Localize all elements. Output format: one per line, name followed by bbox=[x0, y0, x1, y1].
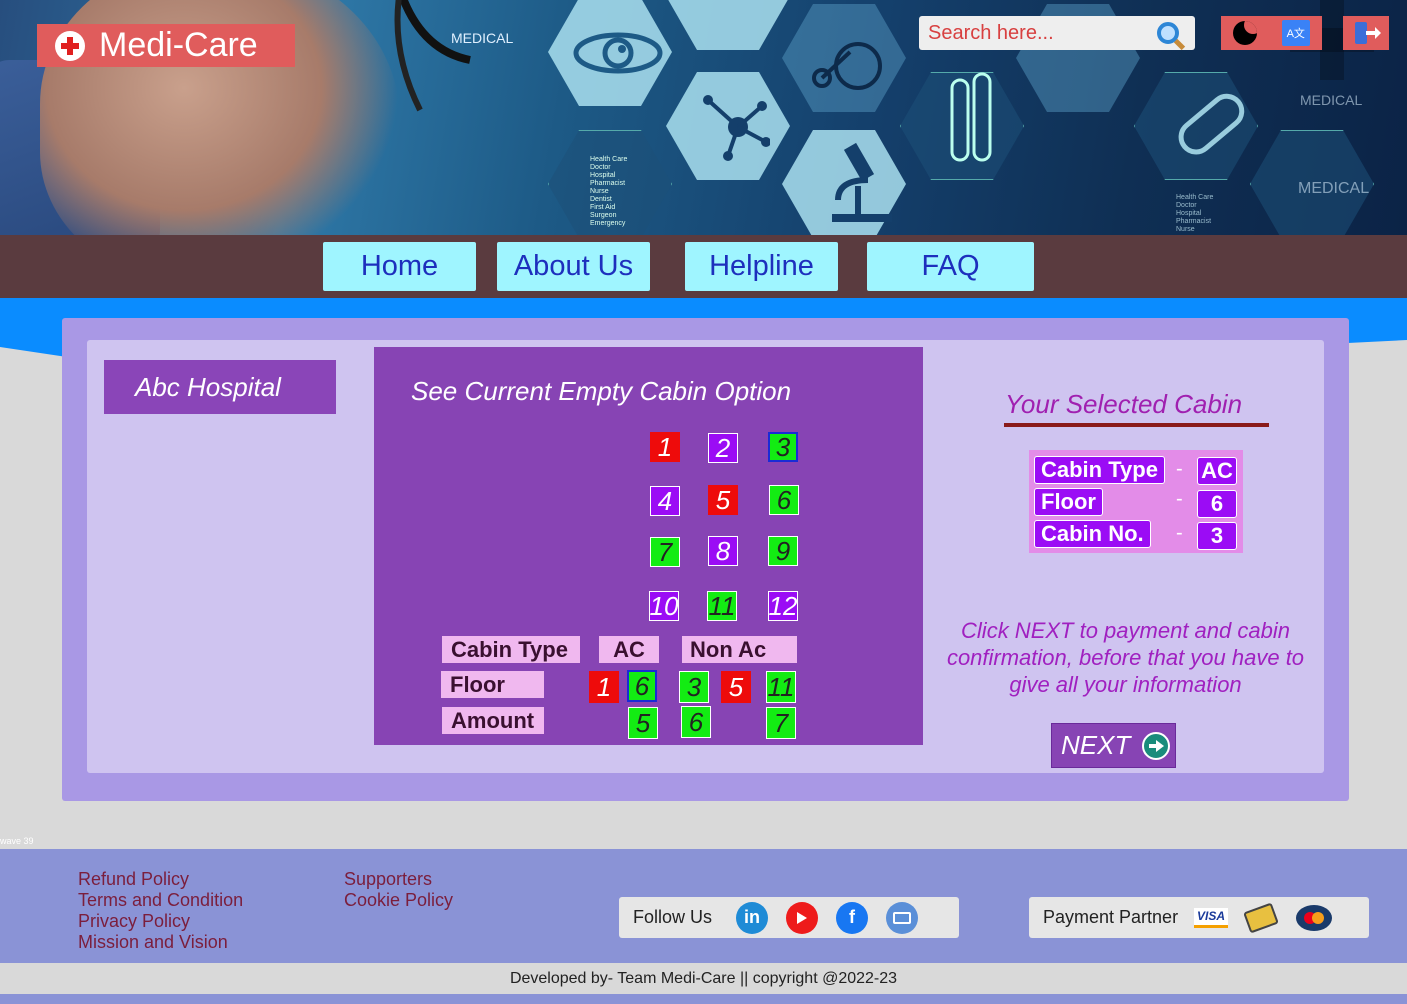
selected-dash: - bbox=[1176, 458, 1183, 480]
nav-helpline[interactable]: Helpline bbox=[685, 242, 838, 291]
legend-floor-5: 5 bbox=[721, 671, 751, 703]
youtube-icon[interactable] bbox=[786, 901, 819, 934]
main-nav: Home About Us Helpline FAQ bbox=[0, 235, 1407, 298]
legend-nonac-label: Non Ac bbox=[682, 636, 797, 663]
selected-dash: - bbox=[1176, 488, 1183, 510]
translate-icon[interactable]: A文 bbox=[1281, 20, 1310, 46]
visa-icon: VISA bbox=[1194, 907, 1229, 928]
mail-icon[interactable] bbox=[886, 901, 919, 934]
credit-card-icon bbox=[1243, 902, 1279, 933]
arrow-right-icon bbox=[1142, 731, 1171, 760]
legend-cabin-type-label: Cabin Type bbox=[442, 636, 580, 663]
cabin-10[interactable]: 10 bbox=[649, 591, 679, 621]
follow-us-label: Follow Us bbox=[633, 907, 713, 927]
selected-cabin-no-label: Cabin No. bbox=[1034, 520, 1151, 548]
wave-tag: wave 39 bbox=[0, 836, 34, 846]
legend-amount-7: 7 bbox=[766, 707, 796, 739]
banner-medical-label-3: MEDICAL bbox=[1298, 180, 1370, 197]
cabin-2[interactable]: 2 bbox=[708, 433, 738, 463]
search-icon[interactable] bbox=[1157, 22, 1179, 44]
selected-floor-value: 6 bbox=[1197, 490, 1237, 518]
facebook-icon[interactable]: f bbox=[836, 901, 869, 934]
supporters-link[interactable]: Supporters bbox=[344, 869, 453, 890]
refund-policy-link[interactable]: Refund Policy bbox=[78, 869, 243, 890]
selected-cabin-underline bbox=[1004, 423, 1269, 427]
nav-faq[interactable]: FAQ bbox=[867, 242, 1034, 291]
bottom-bar bbox=[0, 994, 1407, 1004]
copyright-text: Developed by- Team Medi-Care || copyrigh… bbox=[0, 963, 1407, 994]
dark-mode-icon[interactable] bbox=[1233, 21, 1258, 45]
payment-partner-box: Payment Partner VISA bbox=[1029, 897, 1369, 938]
legend-floor-label: Floor bbox=[441, 671, 544, 698]
cabin-5[interactable]: 5 bbox=[708, 485, 738, 515]
logout-button[interactable] bbox=[1343, 16, 1389, 50]
legend-amount-5: 5 bbox=[628, 707, 658, 739]
banner-medical-label-2: MEDICAL bbox=[1300, 92, 1363, 108]
legend-floor-6: 6 bbox=[627, 670, 657, 702]
brand-name: Medi-Care bbox=[99, 26, 258, 64]
wheelchair-icon bbox=[812, 42, 882, 90]
legend-floor-1: 1 bbox=[589, 671, 619, 703]
selected-dash: - bbox=[1176, 522, 1183, 544]
selected-cabin-type-label: Cabin Type bbox=[1034, 456, 1165, 484]
cabin-4[interactable]: 4 bbox=[650, 486, 680, 516]
pill-icon bbox=[1178, 93, 1245, 155]
search-box bbox=[919, 16, 1195, 50]
footer-links-col2: Supporters Cookie Policy bbox=[344, 869, 453, 911]
toolbar-tools: A文 bbox=[1221, 16, 1322, 50]
follow-us-box: Follow Us in f bbox=[619, 897, 959, 938]
cabin-7[interactable]: 7 bbox=[650, 537, 680, 567]
next-button[interactable]: NEXT bbox=[1051, 723, 1176, 768]
nav-about-us[interactable]: About Us bbox=[497, 242, 650, 291]
selected-cabin-type-value: AC bbox=[1197, 457, 1237, 485]
cookie-policy-link[interactable]: Cookie Policy bbox=[344, 890, 453, 911]
next-button-label: NEXT bbox=[1061, 730, 1131, 760]
linkedin-icon[interactable]: in bbox=[736, 901, 769, 934]
cabin-11[interactable]: 11 bbox=[707, 591, 737, 621]
cabin-12[interactable]: 12 bbox=[768, 591, 798, 621]
terms-link[interactable]: Terms and Condition bbox=[78, 890, 243, 911]
legend-amount-label: Amount bbox=[442, 707, 544, 734]
selected-floor-label: Floor bbox=[1034, 488, 1103, 516]
selected-cabin-no-value: 3 bbox=[1197, 522, 1237, 550]
cabin-1[interactable]: 1 bbox=[650, 432, 680, 462]
hospital-name: Abc Hospital bbox=[104, 360, 336, 414]
banner-specialty-list-2: Health Care Doctor Hospital Pharmacist Nurs… bbox=[1176, 194, 1214, 233]
nav-home[interactable]: Home bbox=[323, 242, 476, 291]
next-info-text: Click NEXT to payment and cabin confirma… bbox=[946, 618, 1305, 697]
privacy-policy-link[interactable]: Privacy Policy bbox=[78, 911, 243, 932]
brand-logo[interactable]: Medi-Care bbox=[37, 24, 295, 67]
legend-floor-3: 3 bbox=[679, 671, 709, 703]
legend-amount-6: 6 bbox=[681, 706, 711, 738]
legend-ac-label: AC bbox=[599, 636, 659, 663]
logout-icon bbox=[1355, 22, 1381, 44]
cabin-options-title: See Current Empty Cabin Option bbox=[411, 376, 792, 406]
payment-partner-label: Payment Partner bbox=[1043, 907, 1179, 927]
stethoscope-icon bbox=[394, 0, 471, 112]
cabin-9[interactable]: 9 bbox=[768, 536, 798, 566]
cabin-3[interactable]: 3 bbox=[768, 432, 798, 462]
microscope-icon bbox=[832, 142, 892, 222]
mastercard-icon bbox=[1296, 904, 1333, 931]
eye-icon bbox=[573, 32, 663, 74]
selected-cabin-title: Your Selected Cabin bbox=[1005, 389, 1243, 419]
search-input[interactable] bbox=[919, 21, 1149, 45]
cabin-6[interactable]: 6 bbox=[769, 485, 799, 515]
cabin-8[interactable]: 8 bbox=[708, 536, 738, 566]
top-hex bbox=[666, 0, 790, 50]
banner-specialty-list: Health Care Doctor Hospital Pharmacist Nurs… bbox=[590, 156, 628, 227]
mission-vision-link[interactable]: Mission and Vision bbox=[78, 932, 243, 953]
footer-links-col1: Refund Policy Terms and Condition Privac… bbox=[78, 869, 243, 953]
medical-cross-icon bbox=[55, 30, 85, 61]
testtube-icon bbox=[950, 72, 992, 162]
legend-floor-11: 11 bbox=[766, 671, 796, 703]
molecule-icon bbox=[703, 95, 770, 161]
